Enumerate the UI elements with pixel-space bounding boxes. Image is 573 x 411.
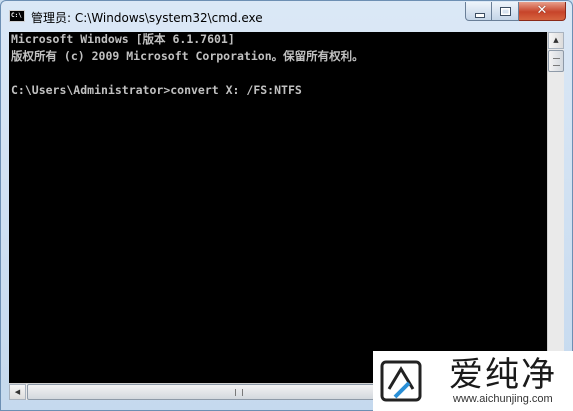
watermark-name: 爱纯净 — [449, 355, 557, 395]
window-title: 管理员: C:\Windows\system32\cmd.exe — [31, 11, 263, 25]
maximize-button[interactable] — [492, 2, 519, 21]
cmd-icon[interactable]: C:\ — [9, 10, 25, 22]
watermark: 爱纯净 www.aichunjing.com — [373, 351, 573, 411]
minimize-icon — [475, 13, 485, 18]
console-line-command: C:\Users\Administrator>convert X: /FS:NT… — [11, 83, 302, 97]
watermark-url: www.aichunjing.com — [453, 393, 553, 405]
scroll-left-button[interactable]: ◀ — [9, 384, 26, 400]
minimize-button[interactable] — [465, 2, 492, 21]
vertical-scrollbar[interactable]: ▲ ▼ — [547, 32, 564, 383]
vertical-scroll-thumb[interactable] — [548, 50, 564, 72]
watermark-logo-icon — [380, 360, 422, 402]
console-line-copyright: 版权所有 (c) 2009 Microsoft Corporation。保留所有… — [11, 49, 364, 63]
close-button[interactable]: ✕ — [519, 2, 566, 21]
scroll-grip-icon — [553, 58, 560, 66]
title-bar[interactable]: C:\ 管理员: C:\Windows\system32\cmd.exe ✕ — [1, 1, 572, 31]
console-output[interactable]: Microsoft Windows [版本 6.1.7601] 版权所有 (c)… — [9, 32, 547, 383]
close-icon: ✕ — [536, 3, 548, 18]
maximize-icon — [500, 7, 511, 16]
cmd-window: C:\ 管理员: C:\Windows\system32\cmd.exe ✕ M… — [0, 0, 573, 411]
console-line-version: Microsoft Windows [版本 6.1.7601] — [11, 32, 235, 46]
scroll-up-button[interactable]: ▲ — [548, 32, 564, 49]
scroll-grip-icon — [235, 389, 243, 396]
